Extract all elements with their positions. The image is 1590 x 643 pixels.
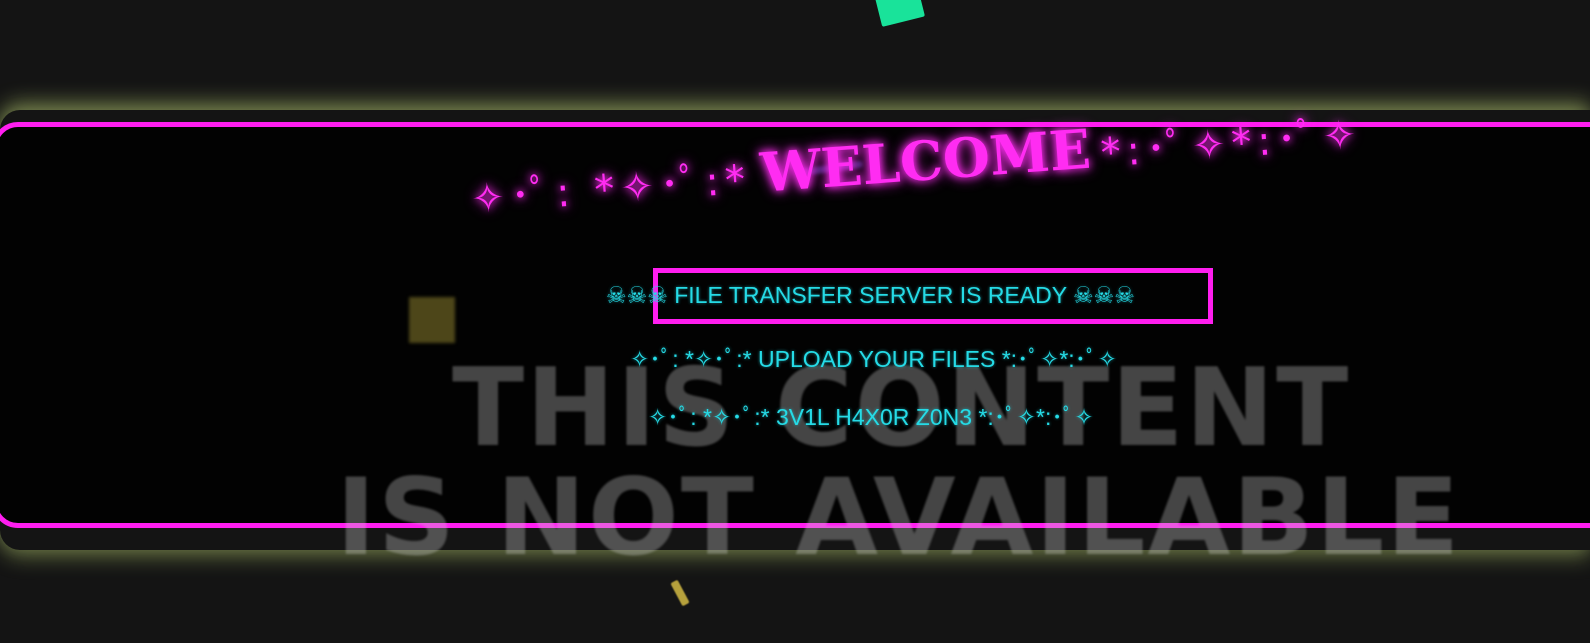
confetti-yellow-decoration [670,579,690,607]
background-confetti-square [409,297,455,343]
welcome-prefix-sparkles: ✧･ﾟ: *✧･ﾟ:* [469,156,753,223]
upload-files-text: ✧･ﾟ: *✧･ﾟ:* UPLOAD YOUR FILES *:･ﾟ✧*:･ﾟ✧ [630,346,1117,372]
page: THIS CONTENT IS NOT AVAILABLE ✧･ﾟ: *✧･ﾟ:… [0,0,1590,643]
confetti-green-decoration [875,0,925,27]
zone-name-text: ✧･ﾟ: *✧･ﾟ:* 3V1L H4X0R Z0N3 *:･ﾟ✧*:･ﾟ✧ [648,404,1094,430]
server-status-text: ☠☠☠ FILE TRANSFER SERVER IS READY ☠☠☠ [606,282,1135,308]
